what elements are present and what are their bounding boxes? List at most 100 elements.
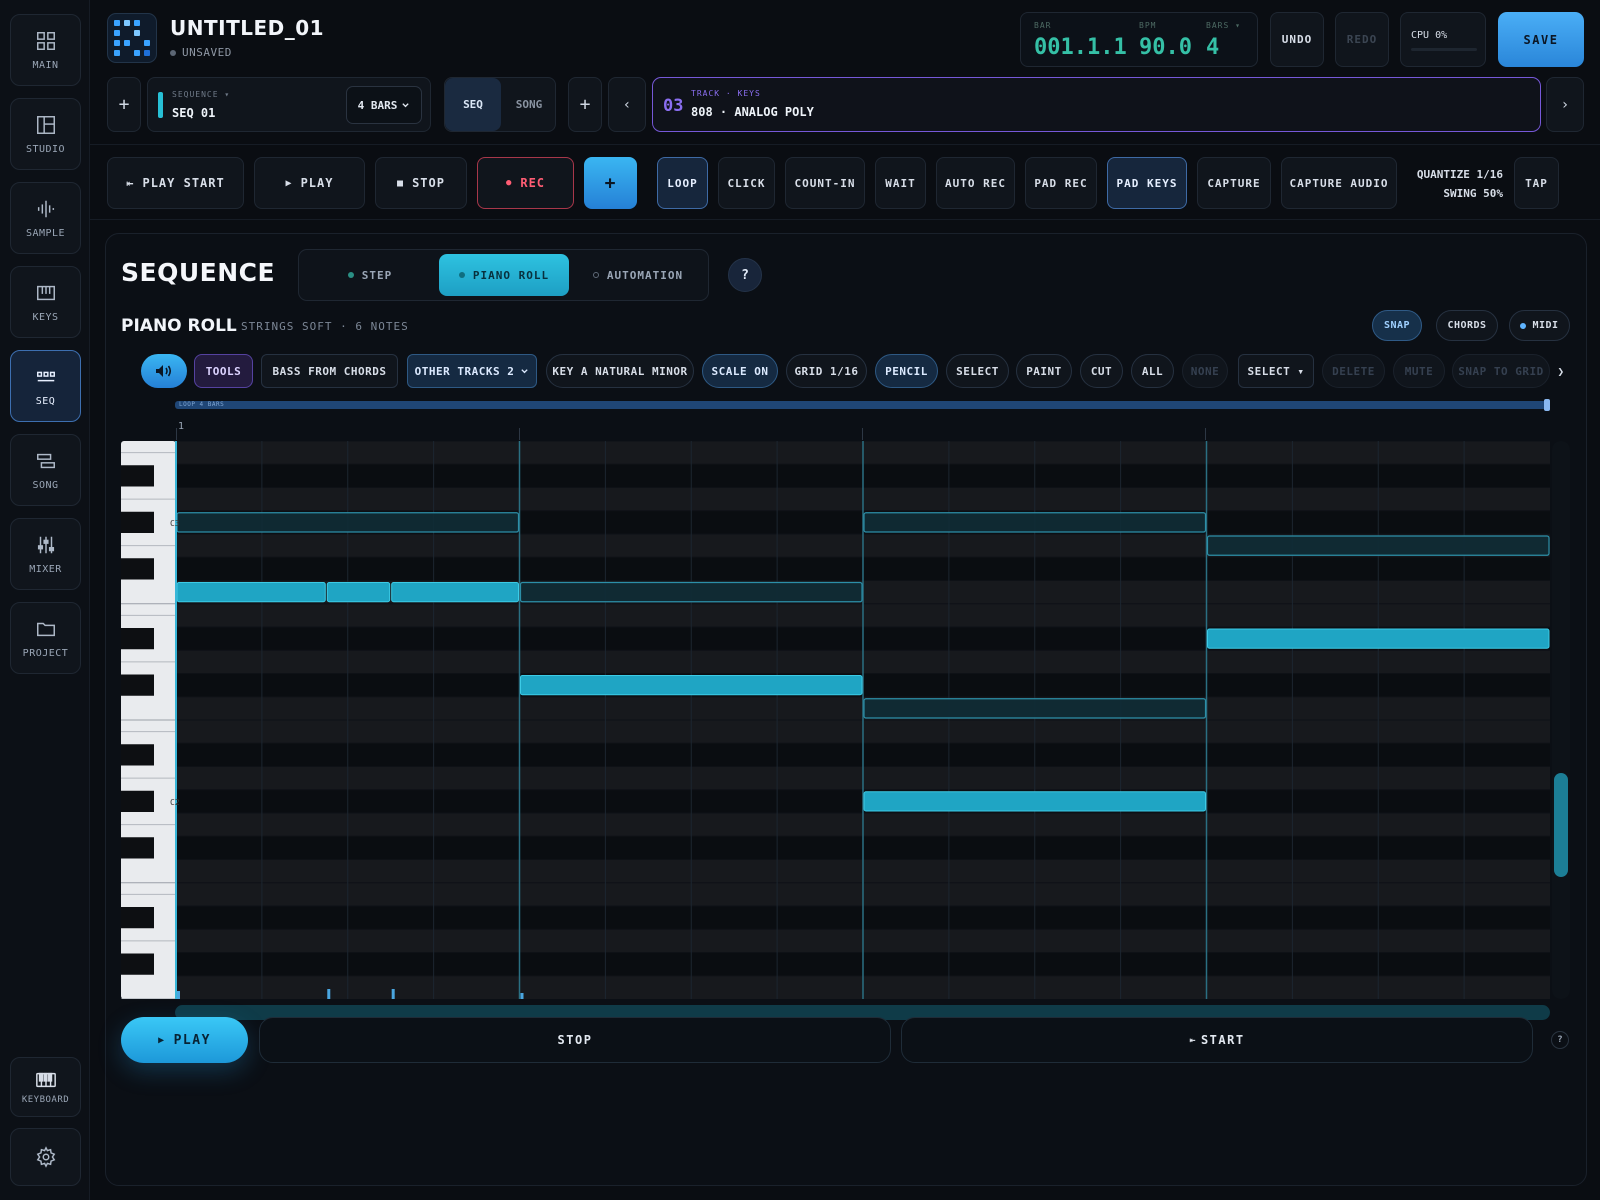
sequence-mode-tabs: STEP PIANO ROLL AUTOMATION: [298, 249, 709, 301]
view-song[interactable]: SONG: [501, 78, 555, 131]
undo-button[interactable]: UNDO: [1270, 12, 1324, 67]
layout-icon: [36, 115, 55, 134]
black-key: [121, 558, 154, 580]
loop-region[interactable]: LOOP 4 BARS: [175, 399, 1550, 411]
loop-toggle[interactable]: LOOP: [657, 157, 708, 209]
capture-audio-button[interactable]: CAPTURE AUDIO: [1281, 157, 1397, 209]
view-seq[interactable]: SEQ: [445, 78, 501, 131]
key-selector[interactable]: KEY A NATURAL MINOR: [546, 354, 694, 388]
click-toggle[interactable]: CLICK: [718, 157, 775, 209]
bpm-value[interactable]: 90.0: [1139, 35, 1192, 60]
nav-project[interactable]: PROJECT: [10, 602, 81, 674]
play-button[interactable]: ▶ PLAY: [254, 157, 365, 209]
bottom-play-button[interactable]: ▶ PLAY: [121, 1017, 248, 1063]
pencil-tool[interactable]: PENCIL: [875, 354, 938, 388]
play-start-button[interactable]: ⇤ PLAY START: [107, 157, 244, 209]
cut-tool[interactable]: CUT: [1080, 354, 1123, 388]
grid-selector[interactable]: GRID 1/16: [786, 354, 867, 388]
swing-value: SWING 50%: [1443, 187, 1503, 200]
nav-studio[interactable]: STUDIO: [10, 98, 81, 170]
add-button[interactable]: +: [584, 157, 637, 209]
quantize-readout[interactable]: QUANTIZE 1/16 SWING 50%: [1405, 165, 1503, 203]
tab-step[interactable]: STEP: [305, 254, 435, 296]
nav-keyboard[interactable]: KEYBOARD: [10, 1057, 81, 1117]
wait-toggle[interactable]: WAIT: [875, 157, 926, 209]
track-selector[interactable]: 03 TRACK · KEYS 808 · ANALOG POLY: [652, 77, 1541, 132]
nav-sample[interactable]: SAMPLE: [10, 182, 81, 254]
cpu-bar: [1411, 48, 1477, 51]
view-toggle: SEQ SONG: [444, 77, 556, 132]
save-button[interactable]: SAVE: [1498, 12, 1584, 67]
redo-button[interactable]: REDO: [1335, 12, 1389, 67]
help-button[interactable]: ?: [728, 258, 762, 292]
tab-dot: [592, 272, 599, 278]
sequence-label: SEQUENCE ▾: [172, 90, 231, 99]
add-sequence-button[interactable]: +: [107, 77, 141, 132]
paint-tool[interactable]: PAINT: [1016, 354, 1072, 388]
snap-to-grid-button[interactable]: SNAP TO GRID: [1452, 354, 1550, 388]
pad-keys-toggle[interactable]: PAD KEYS: [1107, 157, 1187, 209]
delete-button[interactable]: DELETE: [1322, 354, 1385, 388]
capture-button[interactable]: CAPTURE: [1197, 157, 1271, 209]
count-in-toggle[interactable]: COUNT-IN: [785, 157, 865, 209]
app-logo: [107, 13, 157, 63]
bars-value[interactable]: 4: [1206, 35, 1219, 60]
tab-automation[interactable]: AUTOMATION: [573, 254, 703, 296]
chords-toggle[interactable]: CHORDS: [1436, 310, 1498, 341]
auto-rec-toggle[interactable]: AUTO REC: [936, 157, 1015, 209]
piano-roll-grid[interactable]: C3 C2: [121, 441, 1550, 999]
bottom-start-button[interactable]: ⇤ START: [901, 1017, 1533, 1063]
mute-button[interactable]: MUTE: [1393, 354, 1445, 388]
bar-number: 1: [178, 421, 185, 432]
vertical-scrollbar[interactable]: [1552, 441, 1570, 999]
key-label-c3: C3: [170, 519, 180, 528]
velocity-marker: [391, 989, 395, 999]
midi-toggle[interactable]: MIDI: [1509, 310, 1570, 341]
nav-seq[interactable]: SEQ: [10, 350, 81, 422]
audition-toggle[interactable]: [141, 354, 187, 388]
song-blocks-icon: [36, 453, 55, 468]
speaker-icon: [156, 365, 172, 377]
bottom-stop-button[interactable]: STOP: [259, 1017, 891, 1063]
loop-end-handle[interactable]: [1544, 399, 1550, 411]
nav-label: MAIN: [32, 59, 59, 71]
tap-tempo-button[interactable]: TAP: [1514, 157, 1559, 209]
bars-dropdown[interactable]: 4 BARS: [346, 86, 422, 124]
tools-scroll-right[interactable]: ❯: [1554, 354, 1568, 388]
sequence-name: SEQ 01: [172, 106, 216, 120]
track-label: TRACK · KEYS: [691, 89, 761, 98]
next-track-button[interactable]: ›: [1546, 77, 1584, 132]
scale-toggle[interactable]: SCALE ON: [702, 354, 778, 388]
ruler-tick: [862, 428, 863, 440]
bottom-help-button[interactable]: ?: [1551, 1031, 1569, 1049]
tab-piano-roll[interactable]: PIANO ROLL: [439, 254, 569, 296]
pad-rec-toggle[interactable]: PAD REC: [1025, 157, 1097, 209]
select-none-button[interactable]: NONE: [1182, 354, 1228, 388]
prev-track-button[interactable]: ‹: [608, 77, 646, 132]
stop-label: STOP: [412, 176, 445, 190]
bass-from-chords-button[interactable]: BASS FROM CHORDS: [261, 354, 398, 388]
snap-toggle[interactable]: SNAP: [1372, 310, 1422, 341]
tab-label: PIANO ROLL: [472, 268, 550, 282]
scrollbar-thumb[interactable]: [1554, 773, 1568, 877]
select-dropdown[interactable]: SELECT ▾: [1238, 354, 1314, 388]
plus-icon: +: [118, 94, 130, 115]
add-track-button[interactable]: +: [568, 77, 602, 132]
tools-button[interactable]: TOOLS: [194, 354, 253, 388]
nav-keys[interactable]: KEYS: [10, 266, 81, 338]
nav-main[interactable]: MAIN: [10, 14, 81, 86]
nav-mixer[interactable]: MIXER: [10, 518, 81, 590]
play-icon: ▶: [285, 177, 293, 189]
chevron-down-icon: [402, 102, 410, 107]
select-all-button[interactable]: ALL: [1131, 354, 1174, 388]
other-tracks-dropdown[interactable]: OTHER TRACKS 2: [407, 354, 537, 388]
settings-button[interactable]: [10, 1128, 81, 1186]
sequence-selector[interactable]: SEQUENCE ▾ SEQ 01 4 BARS: [147, 77, 431, 132]
bars-label[interactable]: BARS ▾: [1206, 21, 1241, 30]
chevron-right-icon: ›: [1560, 96, 1570, 113]
nav-song[interactable]: SONG: [10, 434, 81, 506]
stop-button[interactable]: ■ STOP: [375, 157, 467, 209]
nav-label: SONG: [32, 479, 59, 491]
select-tool[interactable]: SELECT: [946, 354, 1009, 388]
rec-button[interactable]: ● REC: [477, 157, 574, 209]
